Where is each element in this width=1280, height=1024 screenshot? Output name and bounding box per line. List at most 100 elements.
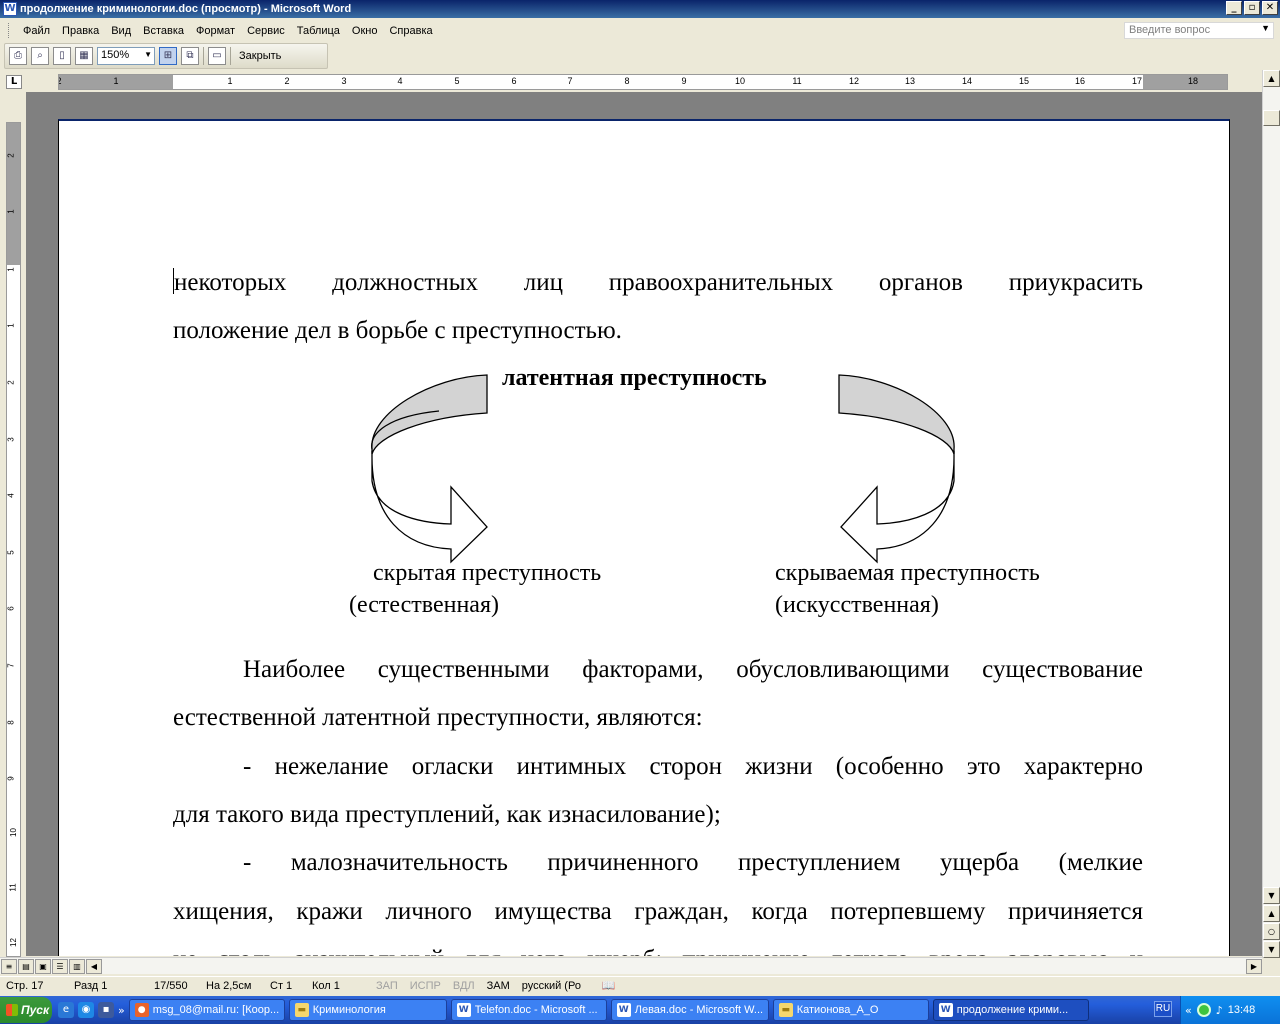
task-telefon-doc[interactable]: W Telefon.doc - Microsoft ... (450, 999, 607, 1021)
one-page-icon[interactable]: ▯ (53, 47, 71, 65)
chevron-right-icon[interactable]: » (118, 1004, 125, 1017)
status-extend-selection[interactable]: ВДЛ (447, 980, 481, 992)
folder-icon: ▬ (778, 1003, 793, 1017)
normal-view-icon[interactable]: ≡ (1, 958, 17, 974)
word-app-icon[interactable]: W (3, 2, 17, 16)
close-preview-button[interactable]: Закрыть (235, 50, 285, 62)
ruler-number: 5 (6, 550, 16, 555)
task-label: Telefon.doc - Microsoft ... (474, 1004, 598, 1016)
task-levaya-doc[interactable]: W Левая.doc - Microsoft W... (610, 999, 769, 1021)
multiple-pages-icon[interactable]: ▦ (75, 47, 93, 65)
task-firefox-mail[interactable]: ● msg_08@mail.ru: [Коор... (128, 999, 285, 1021)
status-track-changes[interactable]: ИСПР (404, 980, 447, 992)
left-label-line-1: скрытая преступность (373, 560, 602, 586)
browser-icon[interactable]: ◉ (78, 1002, 94, 1018)
paragraph-1-line-2: положение дел в борьбе с преступностью. (173, 317, 622, 344)
save-icon[interactable]: ▪ (98, 1002, 114, 1018)
paragraph-1: некоторых должностных лиц правоохранител… (173, 259, 1143, 307)
menu-bar: Файл Правка Вид Вставка Формат Сервис Та… (0, 20, 1280, 41)
menu-help[interactable]: Справка (383, 25, 438, 37)
menu-view[interactable]: Вид (105, 25, 137, 37)
print-icon[interactable]: ⎙ (9, 47, 27, 65)
status-record-macro[interactable]: ЗАП (370, 980, 404, 992)
horizontal-scrollbar[interactable]: ≡ ▤ ▣ ☰ ▥ ◀ ▶ (0, 957, 1262, 974)
menu-tools[interactable]: Сервис (241, 25, 291, 37)
chevron-down-icon[interactable]: ▼ (144, 50, 152, 59)
scroll-left-button[interactable]: ◀ (86, 958, 102, 974)
ruler-number: 8 (6, 720, 16, 725)
scroll-up-button[interactable]: ▲ (1263, 70, 1280, 87)
task-label: Левая.doc - Microsoft W... (634, 1004, 764, 1016)
right-label-line-1: скрываемая преступность (775, 560, 1040, 586)
task-label: Криминология (312, 1004, 386, 1016)
menu-format[interactable]: Формат (190, 25, 241, 37)
chevron-left-icon[interactable]: « (1185, 1004, 1192, 1017)
menu-insert[interactable]: Вставка (137, 25, 190, 37)
print-layout-icon[interactable]: ▣ (35, 958, 51, 974)
ruler-number: 11 (792, 76, 802, 86)
close-button[interactable]: ✕ (1262, 1, 1278, 15)
task-current-document[interactable]: W продолжение крими... (932, 999, 1089, 1021)
select-browse-object-icon[interactable]: ○ (1263, 923, 1280, 940)
vertical-ruler[interactable]: 2 1 1 1 2 3 4 5 6 7 8 9 10 11 12 (6, 122, 21, 957)
ruler-number: 14 (961, 76, 973, 86)
menu-table[interactable]: Таблица (291, 25, 346, 37)
web-layout-icon[interactable]: ▤ (18, 958, 34, 974)
outline-view-icon[interactable]: ☰ (52, 958, 68, 974)
window-title: продолжение криминологии.doc (просмотр) … (20, 3, 352, 15)
help-question-input[interactable]: Введите вопрос ▼ (1124, 22, 1274, 39)
folder-icon: ▬ (294, 1003, 309, 1017)
scroll-down-button[interactable]: ▼ (1263, 887, 1280, 904)
left-label-line-2: (естественная) (349, 592, 499, 618)
spelling-status-icon[interactable]: 📖 (596, 979, 622, 992)
word-doc-icon: W (616, 1003, 631, 1017)
windows-taskbar: Пуск e ◉ ▪ » ● msg_08@mail.ru: [Коор... … (0, 996, 1280, 1024)
maximize-button[interactable]: ▫ (1244, 1, 1260, 15)
document-area[interactable]: некоторых должностных лиц правоохранител… (26, 92, 1262, 956)
paragraph-2-line-1: Наиболее существенными факторами, обусло… (243, 656, 1143, 683)
reading-layout-icon[interactable]: ▥ (69, 958, 85, 974)
print-preview-toolbar: ⎙ ⌕ ▯ ▦ 150% ▼ ⊞ ⧉ ▭ Закрыть (4, 43, 328, 69)
paragraph-4-line-2: хищения, кражи личного имущества граждан… (173, 898, 1143, 925)
ruler-number: 1 (227, 76, 233, 86)
next-page-icon[interactable]: ▼ (1263, 941, 1280, 958)
ruler-number: 6 (511, 76, 517, 86)
help-question-placeholder: Введите вопрос (1129, 24, 1211, 36)
network-status-icon[interactable] (1196, 1003, 1211, 1017)
full-screen-icon[interactable]: ▭ (208, 47, 226, 65)
speaker-icon[interactable]: ♪ (1216, 1004, 1223, 1017)
scrollbar-thumb[interactable] (1263, 110, 1280, 126)
magnifier-icon[interactable]: ⌕ (31, 47, 49, 65)
start-button[interactable]: Пуск (0, 997, 52, 1023)
tab-selector[interactable]: L (6, 75, 22, 89)
document-page[interactable]: некоторых должностных лиц правоохранител… (58, 119, 1230, 956)
task-label: Катионова_А_О (796, 1004, 879, 1016)
task-folder-kationova[interactable]: ▬ Катионова_А_О (772, 999, 929, 1021)
ruler-top-margin (7, 123, 20, 265)
status-line: Ст 1 (270, 979, 293, 992)
minimize-button[interactable]: _ (1226, 1, 1242, 15)
language-indicator[interactable]: RU (1154, 1001, 1172, 1017)
menu-window[interactable]: Окно (346, 25, 384, 37)
status-overtype[interactable]: ЗАМ (481, 980, 516, 992)
shrink-to-fit-icon[interactable]: ⧉ (181, 47, 199, 65)
previous-page-icon[interactable]: ▲ (1263, 905, 1280, 922)
clock[interactable]: 13:48 (1228, 1004, 1256, 1016)
horizontal-ruler[interactable]: 2 1 1 2 3 4 5 6 7 8 9 10 11 12 13 14 15 … (58, 74, 1228, 90)
menu-grip[interactable] (8, 23, 11, 38)
zoom-select[interactable]: 150% ▼ (97, 47, 155, 65)
task-folder-criminology[interactable]: ▬ Криминология (288, 999, 447, 1021)
ruler-number: 6 (6, 606, 16, 611)
scroll-right-button[interactable]: ▶ (1246, 958, 1262, 974)
menu-file[interactable]: Файл (17, 25, 56, 37)
internet-explorer-icon[interactable]: e (58, 1002, 74, 1018)
toolbar-separator (203, 47, 204, 65)
paragraph-2-line-2: естественной латентной преступности, явл… (173, 704, 703, 731)
ruler-number: 1 (6, 323, 16, 328)
chevron-down-icon[interactable]: ▼ (1261, 23, 1270, 33)
paragraph-3-line-1: - нежелание огласки интимных сторон жизн… (243, 753, 1143, 780)
vertical-scrollbar[interactable]: ▲ ▼ ▲ ○ ▼ (1262, 70, 1280, 958)
left-curved-arrow (371, 374, 488, 564)
menu-edit[interactable]: Правка (56, 25, 105, 37)
view-ruler-icon[interactable]: ⊞ (159, 47, 177, 65)
